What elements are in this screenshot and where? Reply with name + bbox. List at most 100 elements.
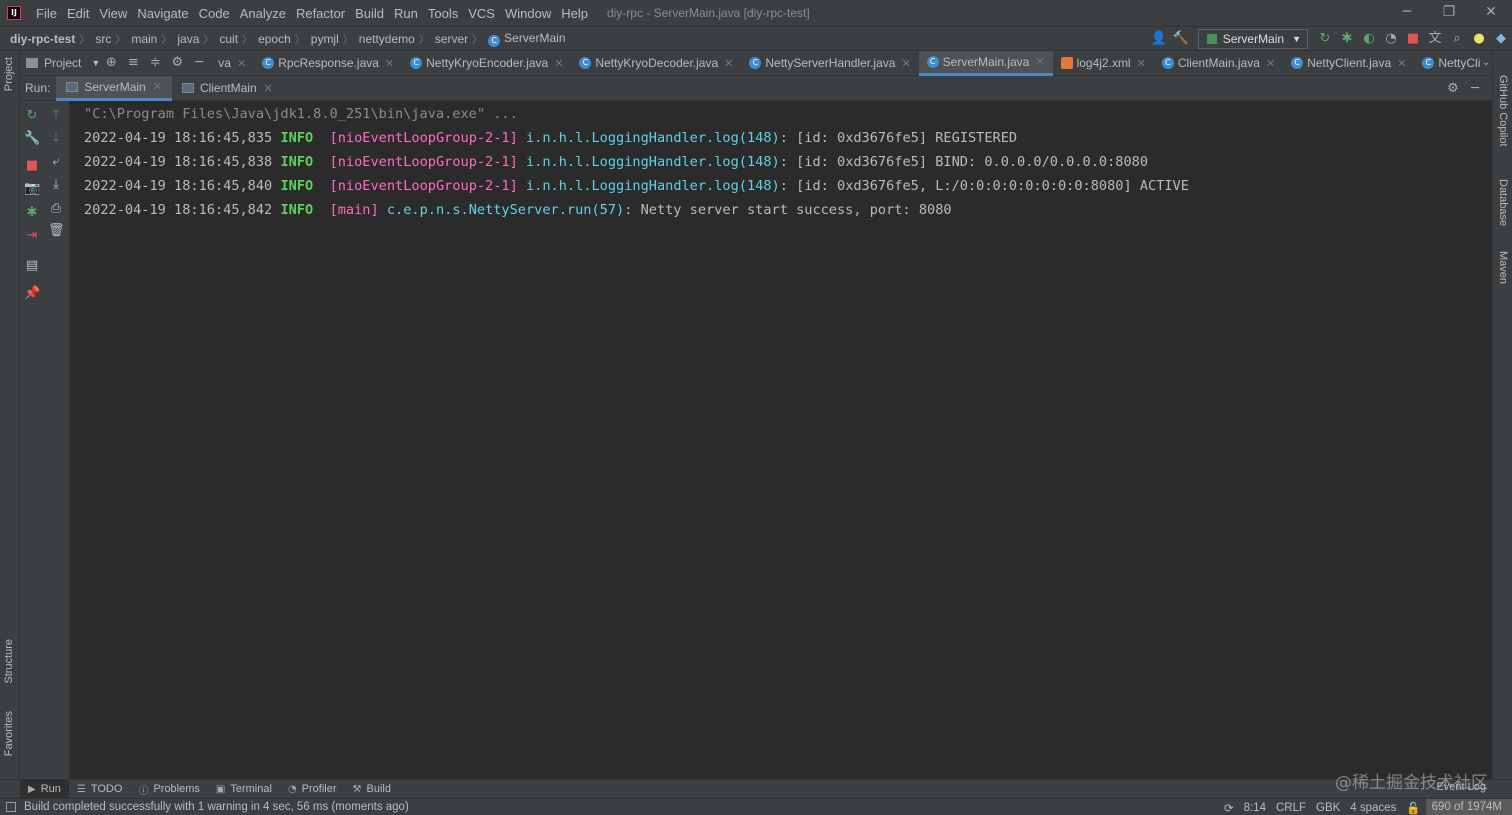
menu-analyze[interactable]: Analyze [235,6,291,21]
close-tab-icon[interactable]: ✕ [1035,55,1044,68]
structure-tool-button[interactable]: Structure [3,639,15,684]
log-logger[interactable]: i.n.h.l.LoggingHandler.log(148) [526,178,780,194]
breadcrumb-main[interactable]: main [125,32,161,46]
favorites-tool-button[interactable]: Favorites [3,711,15,756]
tab-clientmain[interactable]: C ClientMain.java ✕ [1154,51,1283,76]
log-logger[interactable]: i.n.h.l.LoggingHandler.log(148) [526,154,780,170]
database-tool-button[interactable]: Database [1497,179,1509,226]
menu-navigate[interactable]: Navigate [132,6,193,21]
close-tab-icon[interactable]: ✕ [1397,57,1406,70]
log-logger[interactable]: i.n.h.l.LoggingHandler.log(148) [526,130,780,146]
camera-icon[interactable]: 📷 [24,181,40,197]
close-tab-icon[interactable]: ✕ [724,57,733,70]
plugin-icon[interactable]: ◆ [1490,28,1512,50]
print-icon[interactable]: ⎙ [48,201,64,217]
restore-icon[interactable]: ❐ [1428,0,1470,26]
build-hammer-icon[interactable]: 🔨 [1170,28,1192,50]
console-output[interactable]: "C:\Program Files\Java\jdk1.8.0_251\bin\… [71,101,1492,779]
breadcrumb-epoch[interactable]: epoch [252,32,295,46]
search-icon[interactable]: ⌕ [1446,28,1468,50]
breadcrumb-java[interactable]: java [171,32,203,46]
scroll-to-end-icon[interactable]: ⤓ [48,177,64,193]
run-tab-clientmain[interactable]: ClientMain ✕ [172,76,283,101]
arrow-up-icon[interactable]: ↑ [48,108,64,124]
memory-indicator[interactable]: 690 of 1974M [1425,799,1512,815]
debug-icon[interactable]: ✱ [24,205,40,221]
menu-window[interactable]: Window [500,6,556,21]
user-icon[interactable]: 👤 [1148,28,1170,50]
menu-code[interactable]: Code [194,6,235,21]
status-message[interactable]: Build completed successfully with 1 warn… [24,801,409,813]
arrow-down-icon[interactable]: ↓ [48,131,64,147]
menu-tools[interactable]: Tools [423,6,463,21]
expand-all-icon[interactable]: ≡ [122,52,144,74]
gear-icon[interactable]: ⚙ [166,52,188,74]
hide-panel-icon[interactable]: ─ [1464,78,1486,100]
menu-help[interactable]: Help [556,6,593,21]
rerun-icon[interactable]: ↻ [24,108,40,124]
breadcrumb-nettydemo[interactable]: nettydemo [353,32,419,46]
todo-tool-button[interactable]: ☰ TODO [69,780,131,799]
build-tool-button[interactable]: ⚒ Build [345,780,399,799]
tab-rpcresponse[interactable]: C RpcResponse.java ✕ [254,51,402,76]
collapse-all-icon[interactable]: ≑ [144,52,166,74]
run-configuration-select[interactable]: ServerMain ▼ [1197,29,1308,49]
sync-icon[interactable]: ⟳ [1219,801,1239,815]
run-tab-servermain[interactable]: ServerMain ✕ [56,75,172,101]
hide-icon[interactable]: ─ [188,52,210,74]
close-tab-icon[interactable]: ✕ [153,80,162,93]
line-separator[interactable]: CRLF [1271,802,1311,814]
close-tab-icon[interactable]: ✕ [901,57,910,70]
update-icon[interactable]: ● [1468,28,1490,50]
tab-nettyclient[interactable]: C NettyClient.java ✕ [1283,51,1414,76]
stop-icon[interactable]: ■ [1402,28,1424,50]
run-tool-button[interactable]: ▶ Run [20,779,69,799]
menu-build[interactable]: Build [350,6,389,21]
tab-list-chevron-icon[interactable]: ⌄ [1480,52,1492,74]
breadcrumb-src[interactable]: src [89,32,115,46]
breadcrumb-project[interactable]: diy-rpc-test [0,32,79,46]
tab-servermain[interactable]: C ServerMain.java ✕ [918,50,1053,76]
problems-tool-button[interactable]: ⓘ Problems [130,780,207,799]
file-encoding[interactable]: GBK [1311,802,1345,814]
caret-position[interactable]: 8:14 [1239,802,1271,814]
trash-icon[interactable]: 🗑 [48,223,65,239]
indent-setting[interactable]: 4 spaces [1345,802,1401,814]
maven-tool-button[interactable]: Maven [1497,251,1509,284]
tab-nettyserverhandler[interactable]: C NettyServerHandler.java ✕ [741,51,918,76]
close-tab-icon[interactable]: ✕ [237,57,246,70]
event-log-button[interactable]: Event Log [1436,781,1486,793]
menu-vcs[interactable]: VCS [463,6,500,21]
tab-nettycli-truncated[interactable]: C NettyCli [1414,51,1480,76]
debug-icon[interactable]: ✱ [1336,28,1358,50]
project-tool-button[interactable]: Project [3,57,15,91]
locate-icon[interactable]: ⊕ [100,52,122,74]
stop-icon[interactable]: ■ [24,158,40,174]
project-view-select[interactable]: Project ▼ [20,56,100,70]
menu-run[interactable]: Run [389,6,423,21]
status-panel-icon[interactable] [6,802,16,812]
menu-edit[interactable]: Edit [62,6,94,21]
profiler-tool-button[interactable]: ◔ Profiler [280,780,345,799]
exit-icon[interactable]: ⇥ [24,228,40,244]
tab-log4j2[interactable]: log4j2.xml ✕ [1053,51,1154,76]
pin-icon[interactable]: 📌 [24,286,40,302]
menu-view[interactable]: View [94,6,132,21]
rerun-icon[interactable]: ↻ [1314,28,1336,50]
close-icon[interactable]: ✕ [1470,0,1512,26]
tab-nettykryodecoder[interactable]: C NettyKryoDecoder.java ✕ [571,51,741,76]
coverage-icon[interactable]: ◐ [1358,28,1380,50]
breadcrumb-server[interactable]: server [429,32,472,46]
tab-truncated-java[interactable]: va ✕ [210,51,254,76]
minimize-icon[interactable]: ─ [1386,0,1428,26]
close-tab-icon[interactable]: ✕ [1266,57,1275,70]
close-tab-icon[interactable]: ✕ [1137,57,1146,70]
github-copilot-tool-button[interactable]: GitHub Copilot [1497,75,1509,147]
terminal-tool-button[interactable]: ▣ Terminal [208,780,280,799]
close-tab-icon[interactable]: ✕ [554,57,563,70]
close-tab-icon[interactable]: ✕ [385,57,394,70]
tab-nettykryoencoder[interactable]: C NettyKryoEncoder.java ✕ [402,51,571,76]
breadcrumb-pymjl[interactable]: pymjl [305,32,343,46]
breadcrumb-cuit[interactable]: cuit [213,32,242,46]
layout-icon[interactable]: ▤ [24,258,40,274]
